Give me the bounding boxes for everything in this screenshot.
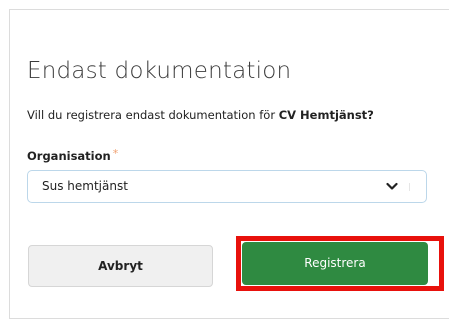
- organisation-label: Organisation *: [27, 147, 119, 163]
- dialog-title: Endast dokumentation: [27, 58, 292, 84]
- cancel-button[interactable]: Avbryt: [28, 245, 213, 287]
- required-marker: *: [112, 147, 119, 160]
- chevron-down-icon: [386, 182, 398, 190]
- question-text: Vill du registrera endast dokumentation …: [27, 108, 279, 122]
- register-button[interactable]: Registrera: [242, 242, 428, 285]
- confirmation-question: Vill du registrera endast dokumentation …: [27, 108, 374, 122]
- organisation-select-value: Sus hemtjänst: [42, 179, 128, 193]
- organisation-label-text: Organisation: [27, 149, 111, 163]
- question-subject: CV Hemtjänst?: [278, 108, 374, 122]
- organisation-select[interactable]: Sus hemtjänst: [27, 170, 427, 203]
- select-divider: [409, 183, 410, 191]
